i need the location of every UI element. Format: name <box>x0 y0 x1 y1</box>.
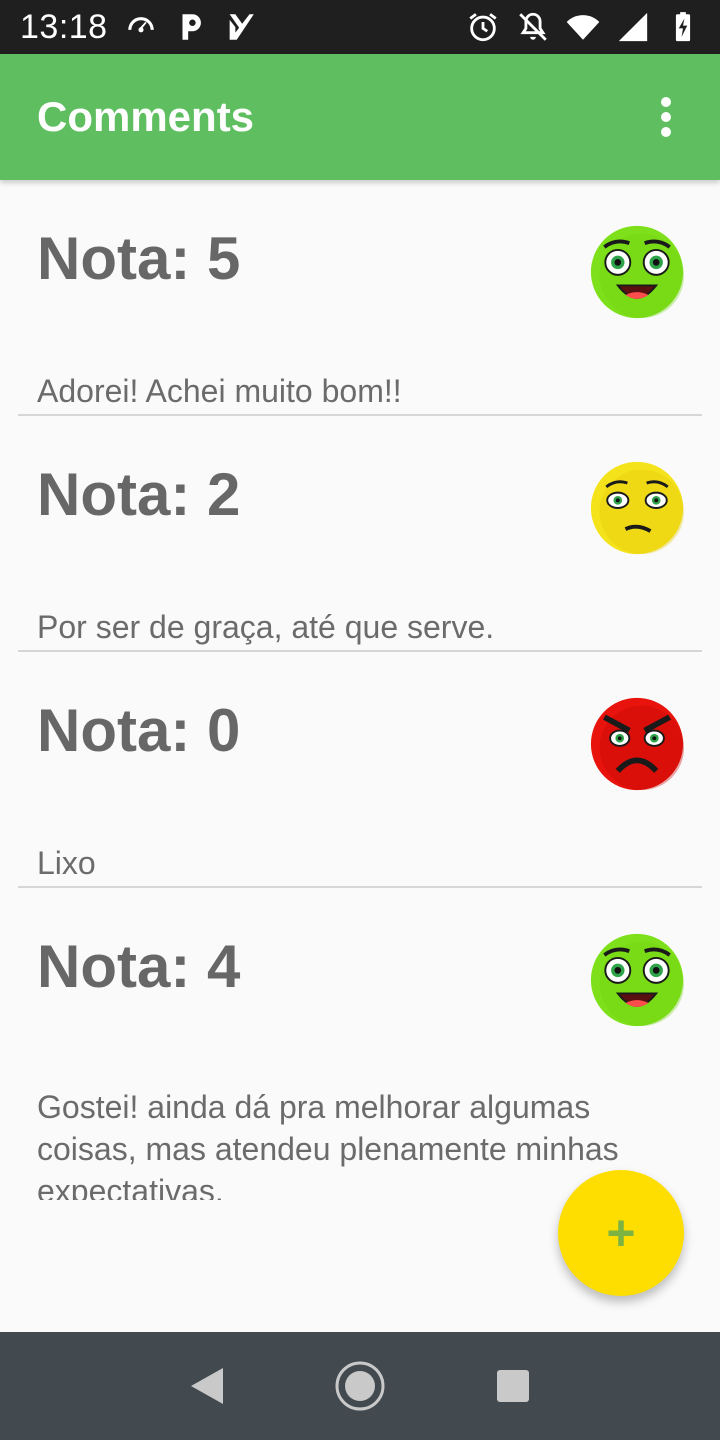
home-icon <box>335 1361 385 1411</box>
status-bar: 13:18 <box>0 0 720 54</box>
app-bar: Comments <box>0 54 720 180</box>
more-vert-icon <box>661 97 671 137</box>
status-left: 13:18 <box>20 8 258 47</box>
list-item[interactable]: Nota: 4 Gostei! ainda dá pra melhorar al… <box>18 888 702 1200</box>
recents-button[interactable] <box>483 1356 543 1416</box>
list-item[interactable]: Nota: 0 Lixo <box>18 652 702 888</box>
wifi-icon <box>566 10 600 44</box>
alarm-icon <box>466 10 500 44</box>
navigation-bar <box>0 1332 720 1440</box>
recents-icon <box>497 1370 530 1402</box>
overflow-menu-button[interactable] <box>648 87 684 147</box>
rating-title: Nota: 2 <box>37 461 241 528</box>
check-badge-icon <box>224 10 258 44</box>
comment-list[interactable]: Nota: 5 Adorei! Achei muito bom!! Nota: … <box>0 180 720 1200</box>
list-item[interactable]: Nota: 2 Por ser de graça, até que serve. <box>18 416 702 652</box>
rating-title: Nota: 5 <box>37 225 241 292</box>
comment-text: Adorei! Achei muito bom!! <box>37 373 402 409</box>
plus-icon: + <box>606 1205 636 1261</box>
status-right <box>466 10 700 44</box>
page-title: Comments <box>37 93 255 140</box>
back-button[interactable] <box>177 1356 237 1416</box>
happy-face-icon <box>590 933 685 1027</box>
p-icon <box>174 10 208 44</box>
status-time: 13:18 <box>20 7 108 46</box>
list-item[interactable]: Nota: 5 Adorei! Achei muito bom!! <box>18 180 702 416</box>
comment-text: Por ser de graça, até que serve. <box>37 609 495 645</box>
notifications-off-icon <box>516 10 550 44</box>
comment-text: Lixo <box>37 845 96 881</box>
speedometer-icon <box>124 10 158 44</box>
back-icon <box>190 1368 223 1404</box>
battery-charging-icon <box>666 10 700 44</box>
happy-face-icon <box>590 225 685 319</box>
angry-face-icon <box>590 697 685 791</box>
rating-title: Nota: 0 <box>37 697 241 764</box>
home-button[interactable] <box>330 1356 390 1416</box>
rating-title: Nota: 4 <box>37 933 241 1000</box>
signal-icon <box>616 10 650 44</box>
add-comment-button[interactable]: + <box>558 1170 684 1296</box>
meh-face-icon <box>590 461 685 555</box>
